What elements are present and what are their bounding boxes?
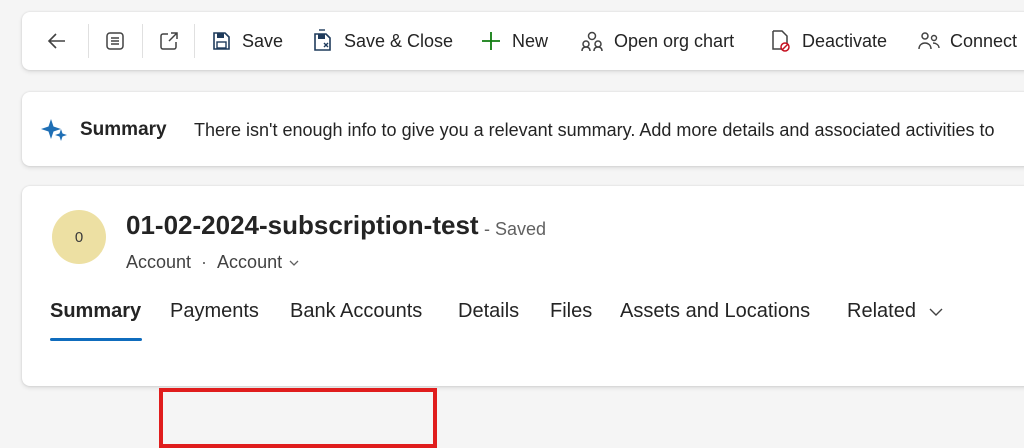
back-arrow-icon — [47, 33, 65, 49]
tab-related[interactable]: Related — [847, 300, 944, 323]
toolbar-separator — [142, 24, 143, 58]
toolbar-separator — [88, 24, 89, 58]
connect-people-icon — [918, 32, 940, 50]
save-and-close-icon — [314, 29, 331, 51]
record-header-card: 0 01-02-2024-subscription-test - Saved A… — [22, 186, 1024, 448]
save-status: - Saved — [484, 219, 547, 239]
entity-name: Account — [126, 252, 192, 272]
record-title: 01-02-2024-subscription-test — [126, 210, 479, 240]
tab-details[interactable]: Details — [458, 300, 519, 323]
save-label: Save — [242, 30, 284, 51]
org-chart-icon — [581, 31, 603, 52]
tab-summary[interactable]: Summary — [50, 300, 141, 323]
save-and-close-button[interactable]: Save & Close — [310, 12, 453, 70]
record-set-button[interactable] — [104, 12, 126, 70]
connect-label: Connect — [950, 30, 1018, 51]
deactivate-button[interactable]: Deactivate — [768, 12, 887, 70]
form-name: Account — [217, 252, 283, 272]
back-button[interactable] — [46, 12, 68, 70]
copilot-sparkle-icon — [41, 119, 67, 141]
deactivate-icon — [772, 30, 790, 52]
new-button[interactable]: New — [480, 12, 548, 70]
form-selector[interactable]: Account — [217, 252, 300, 273]
tab-assets-and-locations[interactable]: Assets and Locations — [620, 300, 810, 323]
summary-title: Summary — [80, 119, 167, 140]
save-icon — [213, 32, 230, 50]
active-tab-indicator — [50, 338, 142, 341]
tab-related-label: Related — [847, 300, 916, 322]
record-subtitle: Account · Account — [126, 252, 300, 273]
tab-files[interactable]: Files — [550, 300, 592, 323]
copilot-summary-card: Summary There isn't enough info to give … — [22, 92, 1024, 166]
tab-bank-accounts[interactable]: Bank Accounts — [290, 300, 422, 323]
open-org-chart-button[interactable]: Open org chart — [580, 12, 734, 70]
save-button[interactable]: Save — [210, 12, 283, 70]
avatar-initial: 0 — [74, 228, 84, 246]
chevron-down-icon — [289, 260, 299, 266]
open-org-chart-label: Open org chart — [614, 30, 735, 51]
save-and-close-label: Save & Close — [344, 30, 454, 51]
deactivate-label: Deactivate — [802, 30, 888, 51]
plus-icon — [482, 32, 500, 50]
connect-button[interactable]: Connect — [918, 12, 1017, 70]
toolbar-separator — [194, 24, 195, 58]
open-in-new-window-icon — [160, 32, 178, 50]
tab-list: Summary Payments Bank Accounts Details F… — [22, 290, 1022, 448]
separator-dot: · — [201, 252, 208, 272]
avatar: 0 — [52, 210, 106, 264]
command-bar: Save Save & Close New Open org chart Dea… — [22, 12, 1024, 70]
summary-text: There isn't enough info to give you a re… — [194, 120, 995, 140]
list-icon — [106, 32, 124, 50]
highlight-annotation-box — [159, 388, 437, 448]
tab-payments[interactable]: Payments — [170, 300, 259, 323]
chevron-down-icon — [929, 308, 943, 316]
new-label: New — [512, 30, 549, 51]
open-new-window-button[interactable] — [158, 12, 180, 70]
